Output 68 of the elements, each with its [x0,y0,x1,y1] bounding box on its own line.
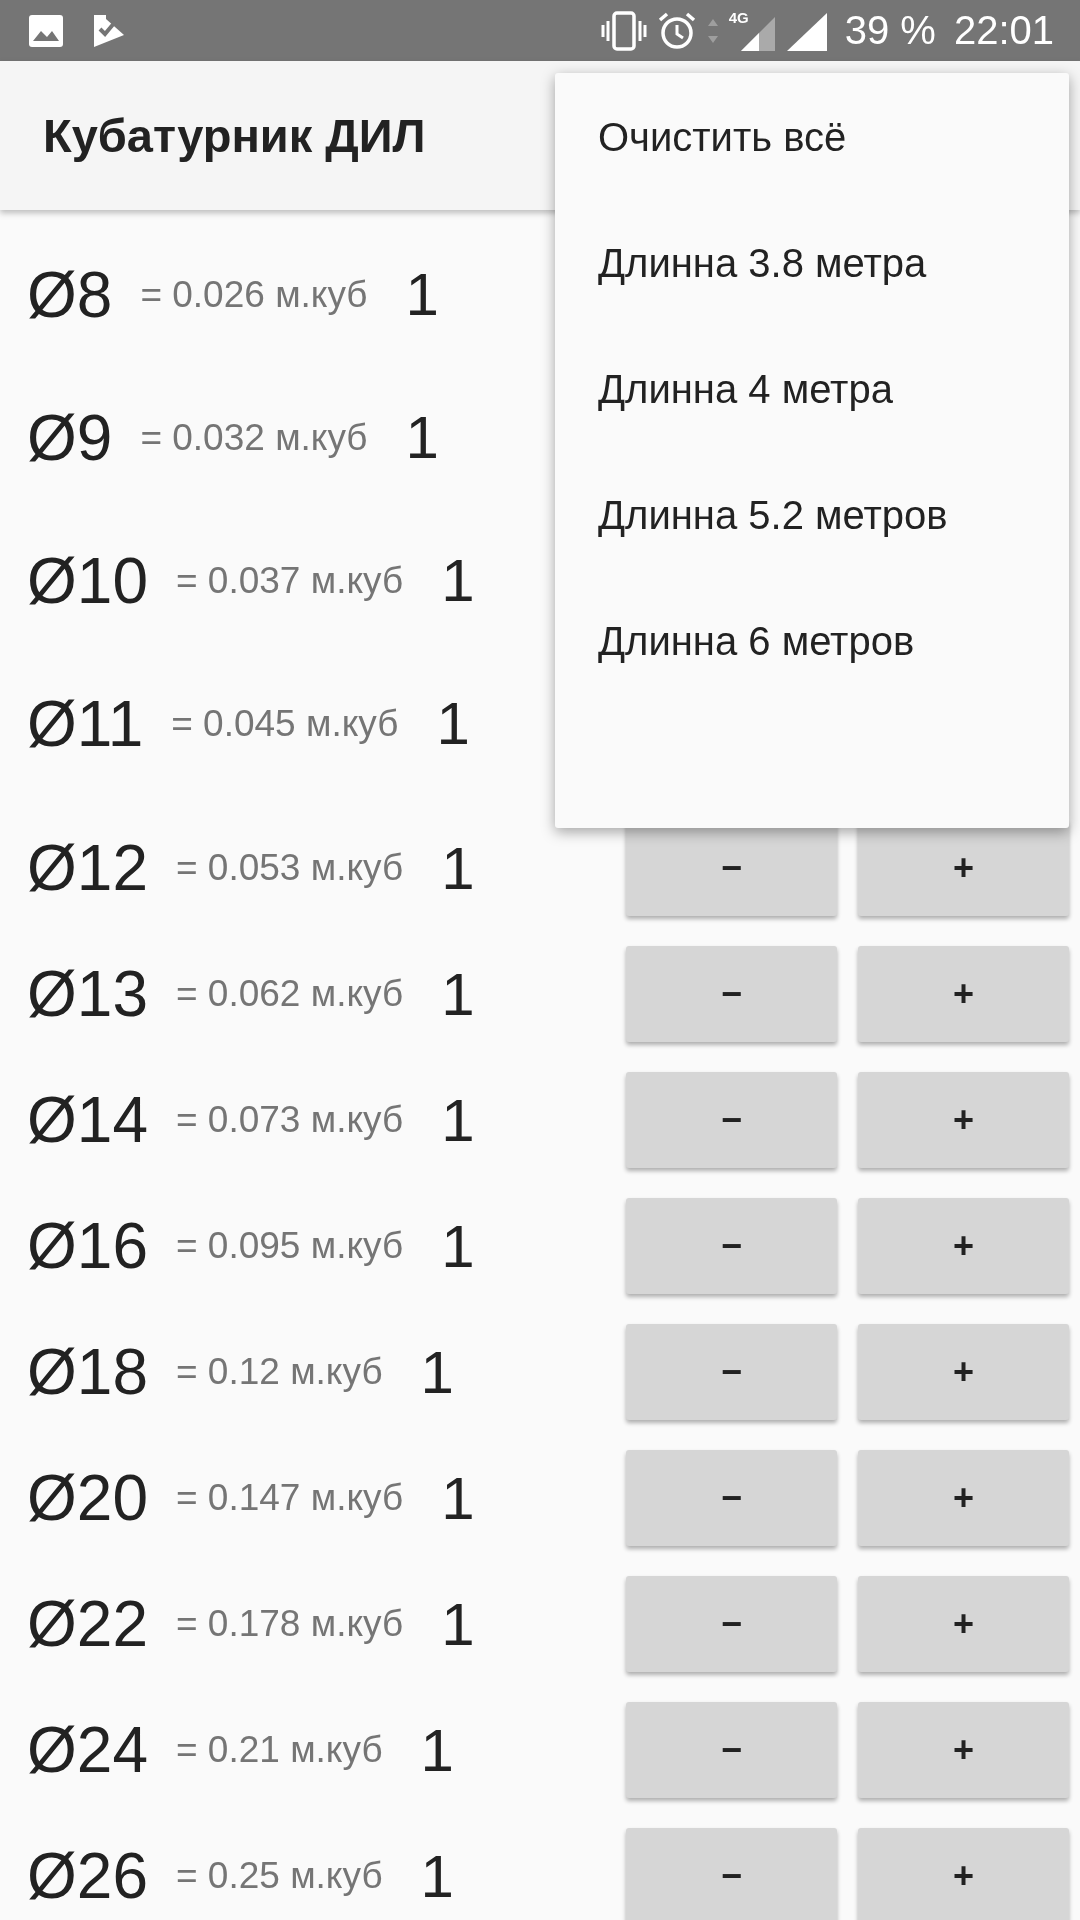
diameter-label: Ø12 [27,831,148,905]
volume-text: = 0.25 м.куб [175,1855,383,1897]
increment-button[interactable]: + [858,1072,1069,1168]
increment-button[interactable]: + [858,1828,1069,1920]
decrement-button[interactable]: − [626,1828,837,1920]
count-value: 1 [436,689,470,758]
count-value: 1 [420,1841,454,1911]
decrement-button[interactable]: − [626,946,837,1042]
image-icon [28,13,64,48]
count-value: 1 [441,1211,475,1281]
count-value: 1 [441,1589,475,1659]
menu-item[interactable]: Длинна 3.8 метра [555,239,1069,287]
volume-text: = 0.062 м.куб [175,973,404,1015]
count-value: 1 [405,260,439,329]
diameter-label: Ø22 [27,1587,148,1661]
increment-button[interactable]: + [858,946,1069,1042]
count-value: 1 [441,1463,475,1533]
diameter-label: Ø9 [27,400,113,475]
vibrate-icon [600,10,647,51]
menu-item[interactable]: Длинна 4 метра [555,365,1069,413]
diameter-label: Ø11 [27,686,144,761]
increment-button[interactable]: + [858,1576,1069,1672]
decrement-button[interactable]: − [626,1198,837,1294]
increment-button[interactable]: + [858,1198,1069,1294]
decrement-button[interactable]: − [626,1450,837,1546]
diameter-label: Ø18 [27,1335,148,1409]
count-value: 1 [441,1085,475,1155]
menu-item[interactable]: Длинна 5.2 метров [555,491,1069,539]
diameter-label: Ø8 [27,257,113,332]
count-value: 1 [441,959,475,1029]
volume-text: = 0.045 м.куб [171,702,399,745]
network-type: 4G [728,8,749,26]
diameter-label: Ø20 [27,1461,148,1535]
increment-button[interactable]: + [858,1324,1069,1420]
clock-time: 22:01 [953,8,1054,53]
diameter-label: Ø10 [27,543,148,618]
volume-text: = 0.12 м.куб [175,1351,383,1393]
menu-item[interactable]: Очистить всё [555,113,1069,161]
volume-text: = 0.147 м.куб [175,1477,404,1519]
battery-percent: 39 % [844,8,936,53]
decrement-button[interactable]: − [626,1324,837,1420]
volume-text: = 0.178 м.куб [175,1603,404,1645]
increment-button[interactable]: + [858,1450,1069,1546]
menu-item[interactable]: Длинна 6 метров [555,617,1069,665]
ticket-check-icon [92,12,126,49]
count-value: 1 [441,546,475,615]
count-value: 1 [405,403,439,472]
increment-button[interactable]: + [858,1702,1069,1798]
app-title: Кубатурник ДИЛ [43,108,426,163]
volume-text: = 0.073 м.куб [175,1099,404,1141]
diameter-label: Ø16 [27,1209,148,1283]
volume-text: = 0.026 м.куб [140,273,368,316]
volume-text: = 0.037 м.куб [175,559,404,602]
count-value: 1 [420,1337,454,1407]
volume-text: = 0.053 м.куб [175,847,404,889]
volume-text: = 0.095 м.куб [175,1225,404,1267]
volume-text: = 0.21 м.куб [175,1729,383,1771]
volume-text: = 0.032 м.куб [140,416,368,459]
decrement-button[interactable]: − [626,1702,837,1798]
decrement-button[interactable]: − [626,1072,837,1168]
diameter-label: Ø24 [27,1713,148,1787]
diameter-label: Ø26 [27,1839,148,1913]
alarm-icon [656,10,697,51]
count-value: 1 [441,833,475,903]
count-value: 1 [420,1715,454,1785]
decrement-button[interactable]: − [626,1576,837,1672]
diameter-label: Ø13 [27,957,148,1031]
diameter-label: Ø14 [27,1083,148,1157]
